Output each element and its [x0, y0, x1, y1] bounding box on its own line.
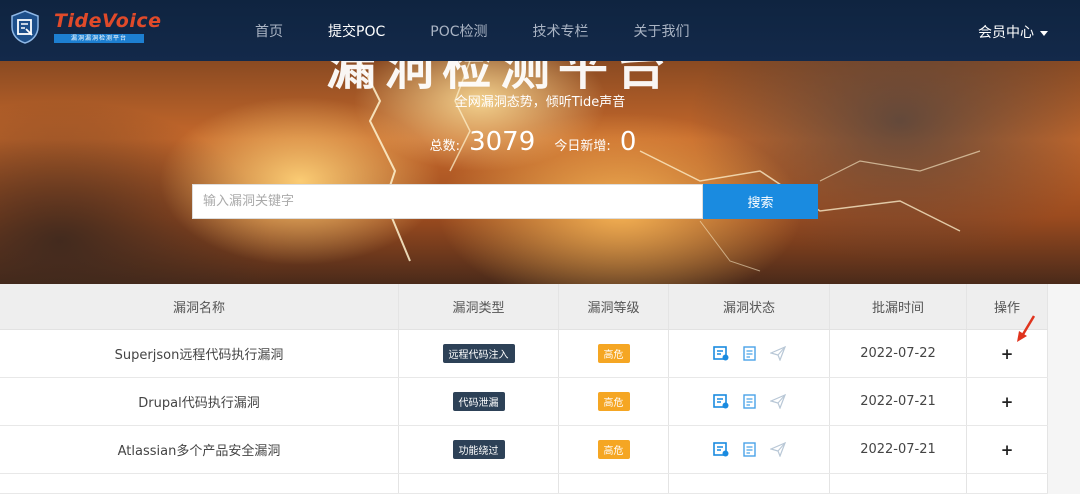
- brand-tagline: 漏洞漏洞检测平台: [54, 34, 144, 43]
- send-icon[interactable]: [769, 442, 786, 457]
- total-count: 3079: [469, 127, 536, 157]
- brand-name: TideVoice: [54, 10, 162, 32]
- nav-item-poc-detect[interactable]: POC检测: [430, 21, 487, 41]
- table-row: Drupal代码执行漏洞 代码泄漏 高危 2022-07-21 +: [0, 378, 1048, 426]
- table-row: Superjson远程代码执行漏洞 远程代码注入 高危 2022-07-22 +: [0, 330, 1048, 378]
- member-center-label: 会员中心: [978, 25, 1034, 41]
- vuln-level-badge: 高危: [597, 440, 630, 459]
- caret-down-icon: [1040, 30, 1048, 36]
- vuln-level-badge: 高危: [597, 392, 630, 411]
- detect-doc-icon[interactable]: [712, 346, 729, 361]
- member-center-dropdown[interactable]: 会员中心: [978, 22, 1048, 42]
- vuln-type-badge: 远程代码注入: [442, 344, 515, 363]
- detect-doc-icon[interactable]: [712, 442, 729, 457]
- red-arrow-annotation-icon: [1017, 315, 1036, 342]
- vuln-date: 2022-07-21: [830, 426, 967, 473]
- col-header-type: 漏洞类型: [399, 284, 559, 329]
- hero-banner: 漏洞检测平台 全网漏洞态势，倾听Tide声音 总数: 3079 今日新增: 0 …: [0, 61, 1080, 284]
- main-nav: 首页 提交POC POC检测 技术专栏 关于我们: [255, 0, 735, 61]
- search-button[interactable]: 搜索: [703, 184, 818, 219]
- vuln-name[interactable]: Drupal代码执行漏洞: [0, 378, 399, 425]
- add-button[interactable]: +: [1001, 441, 1014, 459]
- col-header-date: 批漏时间: [830, 284, 967, 329]
- report-doc-icon[interactable]: [742, 346, 756, 361]
- nav-item-tech-column[interactable]: 技术专栏: [533, 21, 589, 41]
- total-label: 总数:: [429, 139, 460, 154]
- vuln-name[interactable]: Atlassian多个产品安全漏洞: [0, 426, 399, 473]
- send-icon[interactable]: [769, 346, 786, 361]
- shield-logo-icon: [11, 10, 39, 44]
- hero-subtitle: 全网漏洞态势，倾听Tide声音: [454, 95, 626, 110]
- table-row: Atlassian多个产品安全漏洞 功能绕过 高危 2022-07-21 +: [0, 426, 1048, 474]
- add-button[interactable]: +: [1001, 345, 1014, 363]
- nav-item-home[interactable]: 首页: [255, 21, 283, 41]
- col-header-name: 漏洞名称: [0, 284, 399, 329]
- vuln-date: 2022-07-21: [830, 378, 967, 425]
- vuln-type-badge: 功能绕过: [452, 440, 505, 459]
- table-row: [0, 474, 1048, 494]
- vuln-stats: 总数: 3079 今日新增: 0: [0, 127, 1080, 157]
- vuln-type-badge: 代码泄漏: [452, 392, 505, 411]
- today-count: 0: [619, 127, 637, 157]
- col-header-level: 漏洞等级: [559, 284, 669, 329]
- vuln-level-badge: 高危: [597, 344, 630, 363]
- col-header-status: 漏洞状态: [669, 284, 830, 329]
- detect-doc-icon[interactable]: [712, 394, 729, 409]
- vuln-table: 漏洞名称 漏洞类型 漏洞等级 漏洞状态 批漏时间 操作 Superjson远程代…: [0, 284, 1048, 494]
- table-header: 漏洞名称 漏洞类型 漏洞等级 漏洞状态 批漏时间 操作: [0, 284, 1048, 330]
- search-bar: 搜索: [192, 184, 818, 219]
- vuln-date: 2022-07-22: [830, 330, 967, 377]
- report-doc-icon[interactable]: [742, 442, 756, 457]
- search-input[interactable]: [192, 184, 703, 219]
- vuln-name[interactable]: Superjson远程代码执行漏洞: [0, 330, 399, 377]
- report-doc-icon[interactable]: [742, 394, 756, 409]
- nav-item-about-us[interactable]: 关于我们: [634, 21, 690, 41]
- today-label: 今日新增:: [554, 139, 611, 154]
- add-button[interactable]: +: [1001, 393, 1014, 411]
- logo[interactable]: TideVoice 漏洞漏洞检测平台: [10, 10, 162, 44]
- nav-item-submit-poc[interactable]: 提交POC: [328, 21, 385, 41]
- send-icon[interactable]: [769, 394, 786, 409]
- top-navbar: TideVoice 漏洞漏洞检测平台 首页 提交POC POC检测 技术专栏 关…: [0, 0, 1080, 61]
